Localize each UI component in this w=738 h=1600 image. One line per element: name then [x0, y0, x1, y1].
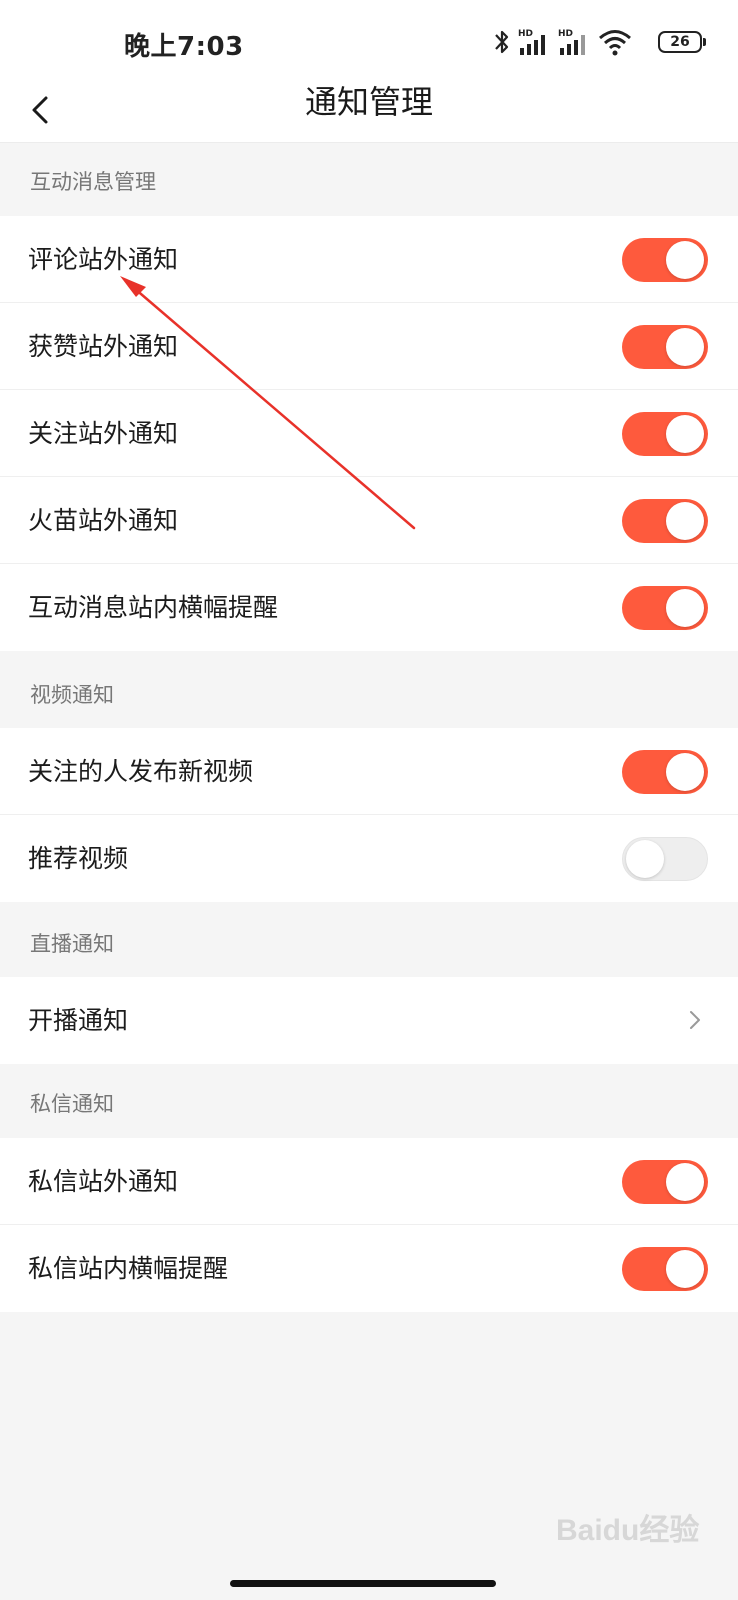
page-title: 通知管理: [304, 83, 433, 121]
setting-label: 私信站内横幅提醒: [28, 1254, 229, 1283]
section-label-live: 直播通知: [30, 932, 114, 956]
section-label-video: 视频通知: [30, 683, 114, 707]
toggle-switch[interactable]: [622, 499, 708, 543]
setting-row-fire: 火苗站外通知: [0, 477, 738, 564]
signal-icon-2: HD: [558, 29, 585, 55]
nav-header: 通知管理: [0, 80, 738, 143]
setting-row-recommend: 推荐视频: [0, 815, 738, 902]
setting-row-live[interactable]: 开播通知: [0, 977, 738, 1064]
toggle-knob: [666, 415, 704, 453]
setting-label: 推荐视频: [28, 844, 129, 873]
battery-icon: 26: [658, 31, 706, 53]
toggle-switch[interactable]: [622, 750, 708, 794]
setting-row-banner: 互动消息站内横幅提醒: [0, 564, 738, 651]
section-label-interaction: 互动消息管理: [30, 170, 156, 194]
home-indicator[interactable]: [230, 1580, 496, 1587]
chevron-right-icon: [690, 1011, 700, 1029]
battery-level: 26: [670, 34, 690, 50]
setting-label: 获赞站外通知: [28, 332, 179, 361]
setting-label: 互动消息站内横幅提醒: [28, 593, 279, 622]
watermark: Baidu经验: [556, 1514, 700, 1547]
toggle-knob: [626, 840, 664, 878]
toggle-switch[interactable]: [622, 586, 708, 630]
setting-row-comment: 评论站外通知: [0, 216, 738, 303]
toggle-switch[interactable]: [622, 1160, 708, 1204]
toggle-knob: [666, 589, 704, 627]
toggle-knob: [666, 241, 704, 279]
status-time: 晚上7:03: [124, 32, 244, 62]
toggle-knob: [666, 1250, 704, 1288]
setting-label: 火苗站外通知: [28, 506, 179, 535]
bluetooth-icon: [495, 30, 509, 54]
setting-row-new-video: 关注的人发布新视频: [0, 728, 738, 815]
signal-icon-1: HD: [518, 29, 545, 55]
svg-text:HD: HD: [558, 29, 573, 39]
status-icons: HD HD 26: [492, 26, 706, 58]
toggle-switch[interactable]: [622, 412, 708, 456]
toggle-knob: [666, 502, 704, 540]
toggle-knob: [666, 1163, 704, 1201]
status-bar: 晚上7:03 HD HD 26: [0, 0, 738, 80]
toggle-switch[interactable]: [622, 238, 708, 282]
setting-row-dm-banner: 私信站内横幅提醒: [0, 1225, 738, 1312]
toggle-knob: [666, 328, 704, 366]
svg-text:HD: HD: [518, 29, 533, 39]
setting-label: 关注站外通知: [28, 419, 179, 448]
toggle-switch[interactable]: [622, 837, 708, 881]
setting-row-dm-push: 私信站外通知: [0, 1138, 738, 1225]
setting-row-like: 获赞站外通知: [0, 303, 738, 390]
toggle-knob: [666, 753, 704, 791]
setting-label: 关注的人发布新视频: [28, 757, 254, 786]
toggle-switch[interactable]: [622, 325, 708, 369]
section-label-message: 私信通知: [30, 1092, 114, 1116]
setting-label: 私信站外通知: [28, 1167, 179, 1196]
setting-label: 评论站外通知: [28, 245, 179, 274]
wifi-icon: [599, 30, 631, 56]
setting-row-follow: 关注站外通知: [0, 390, 738, 477]
toggle-switch[interactable]: [622, 1247, 708, 1291]
setting-label: 开播通知: [28, 1006, 129, 1035]
